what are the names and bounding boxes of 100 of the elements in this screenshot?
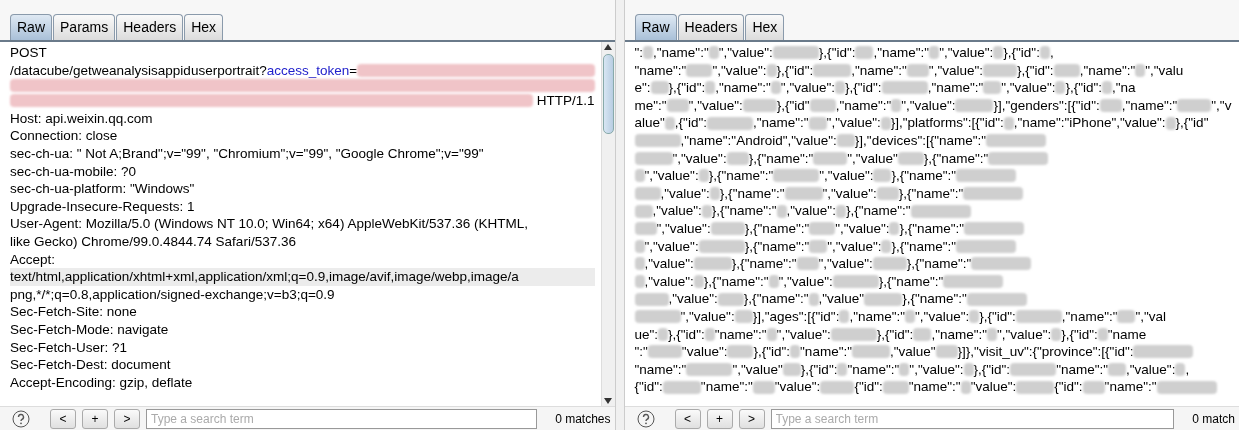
code-text: sec-ch-ua-mobile: ?0 [10, 162, 137, 181]
redaction-blur [1108, 363, 1127, 376]
redaction-blur [852, 345, 890, 359]
tab[interactable]: Raw [634, 14, 677, 40]
search-field[interactable]: Type a search term [146, 408, 538, 429]
search-field[interactable]: Type a search term [770, 408, 1175, 429]
code-text: },{"id": [1017, 61, 1054, 80]
redaction-blur [643, 46, 654, 60]
scrollbar-thumb[interactable] [602, 54, 614, 134]
redaction-blur [705, 81, 716, 95]
search-nav-button[interactable]: < [674, 408, 701, 429]
search-nav-button[interactable]: > [114, 408, 140, 429]
code-text: },{"id": [776, 61, 814, 80]
code-text: Host: api.weixin.qq.com [10, 109, 153, 128]
redaction-blur [634, 222, 657, 236]
code-text: = [349, 61, 358, 80]
code-text: ": [634, 44, 644, 62]
redaction-blur [1010, 363, 1057, 376]
code-text: ","value": [997, 325, 1052, 344]
code-text: },{"name":" [891, 167, 957, 185]
redaction-blur [773, 169, 820, 183]
redaction-blur [813, 151, 848, 165]
redaction-blur [899, 363, 910, 376]
code-text: },{"name":" [891, 237, 957, 256]
redaction-blur [710, 222, 745, 236]
code-text: }],"platforms":[{"id": [890, 114, 1004, 132]
help-icon[interactable] [12, 409, 30, 428]
help-icon[interactable] [636, 409, 655, 428]
code-text: text/html,application/xhtml+xml,application/xml;q=0.9,image/avif,image/webp,image/a [10, 268, 519, 286]
redaction-blur [929, 46, 940, 60]
code-text: like Gecko) Chrome/99.0.4844.74 Safari/537.36 [10, 232, 296, 251]
redaction-blur [913, 327, 932, 341]
code-text: ","value" [847, 149, 898, 168]
redaction-blur [1015, 310, 1062, 324]
code-text: ","value": [827, 237, 882, 256]
code-text: }],"ages":[{"id": [752, 307, 840, 326]
code-text: },{"name":" [923, 149, 989, 168]
code-text: ","v [1211, 96, 1232, 115]
search-nav-button[interactable]: < [50, 408, 76, 429]
redaction-blur [1177, 99, 1212, 113]
code-text: ","value": [776, 325, 831, 344]
redaction-blur [766, 63, 777, 77]
code-text: },{"id": [1003, 44, 1040, 62]
redaction-blur [742, 99, 777, 113]
code-text: Upgrade-Insecure-Requests: 1 [10, 197, 195, 216]
scrollbar[interactable] [600, 42, 615, 406]
redaction-blur [698, 169, 709, 183]
redaction-blur [889, 222, 900, 236]
redaction-blur [1003, 116, 1014, 130]
tab[interactable]: Params [53, 14, 116, 40]
code-text: ,"name":"Android","value": [680, 131, 837, 150]
redaction-blur [987, 327, 998, 341]
redaction-blur [706, 116, 753, 130]
code-text: ,"name":" [873, 44, 930, 62]
redaction-blur [734, 310, 753, 324]
code-text: Accept-Encoding: gzip, deflate [10, 373, 193, 392]
code-text: },{"name":" [744, 219, 810, 238]
redaction-blur [808, 116, 827, 130]
search-nav-button[interactable]: + [706, 408, 733, 429]
tab[interactable]: Raw [10, 14, 52, 40]
tab[interactable]: Hex [184, 14, 224, 40]
code-text: Sec-Fetch-Dest: document [10, 356, 171, 374]
search-nav-button[interactable]: + [82, 408, 108, 429]
code-text: ","value": [644, 167, 699, 185]
code-text: alue" [634, 114, 665, 132]
code-text: },{"id": [668, 325, 705, 344]
code-text: },{"name":" [731, 255, 797, 273]
redaction-blur [634, 187, 661, 201]
redaction-blur [717, 292, 744, 306]
code-text: Sec-Fetch-Mode: navigate [10, 320, 169, 339]
code-text: {"id": [634, 378, 663, 396]
code-text: ","value": [915, 307, 970, 326]
redaction-blur [837, 363, 848, 376]
tab[interactable]: Hex [745, 14, 785, 40]
code-text: },{"id": [876, 325, 914, 344]
code-text: "value": [774, 378, 821, 396]
redaction-blur [813, 63, 852, 77]
code-text: ,"value": [644, 272, 694, 291]
code-text: ","value": [818, 255, 873, 273]
redaction-blur [1099, 99, 1122, 113]
code-text: ","value": [901, 96, 956, 115]
code-text: /datacube/getweanalysisappiduserportrait? [10, 61, 267, 80]
code-text: ","value": [656, 219, 711, 238]
redaction-blur [634, 151, 673, 165]
tab[interactable]: Headers [116, 14, 184, 40]
code-text: Connection: close [10, 127, 118, 145]
code-text: ","value": [1001, 79, 1056, 97]
tab[interactable]: Headers [677, 14, 745, 40]
code-text: {"id": [1054, 378, 1083, 396]
redaction-blur [993, 46, 1004, 60]
code-text: ","value": [939, 44, 994, 62]
code-text: ","value": [778, 272, 833, 291]
redaction-blur [634, 239, 645, 253]
code-text: {"id": [854, 378, 883, 396]
redaction-blur [1016, 380, 1055, 394]
redaction-blur [790, 345, 801, 359]
code-text: ,"name":" [752, 114, 809, 132]
redaction-blur [835, 81, 845, 95]
search-nav-button[interactable]: > [738, 408, 765, 429]
code-text: }],"devices":[{"name":" [854, 131, 987, 150]
